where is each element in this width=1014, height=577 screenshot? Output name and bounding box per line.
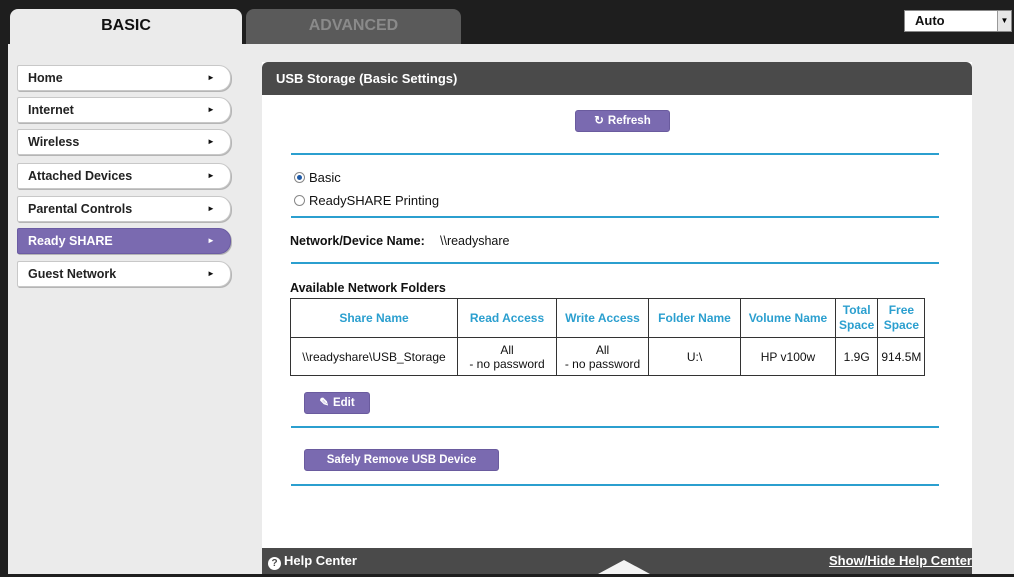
sidebar-item-internet[interactable]: Internet ► [17, 97, 231, 123]
help-center-label: Help Center [284, 553, 357, 568]
panel-title: USB Storage (Basic Settings) [262, 62, 972, 95]
column-header-read-access: Read Access [457, 298, 557, 338]
sidebar-item-guest-network[interactable]: Guest Network ► [17, 261, 231, 287]
cell-write-access: All - no password [556, 337, 649, 376]
cell-share-name: \\readyshare\USB_Storage [290, 337, 458, 376]
column-header-total-space: Total Space [834, 298, 879, 338]
read-access-value: All [500, 342, 514, 357]
chevron-right-icon: ► [207, 236, 215, 245]
refresh-button[interactable]: ↻ Refresh [575, 110, 670, 132]
top-bar: BASIC ADVANCED Auto ▼ [0, 0, 1014, 44]
column-header-free-space: Free Space [877, 298, 926, 338]
sidebar-item-label: Parental Controls [28, 202, 133, 216]
network-folders-table: Share Name Read Access Write Access Fold… [290, 298, 926, 376]
network-device-name-label: Network/Device Name: [290, 234, 425, 248]
column-header-write-access: Write Access [556, 298, 649, 338]
basic-radio-label: Basic [309, 170, 341, 185]
show-hide-help-center-link[interactable]: Show/Hide Help Center [829, 548, 972, 574]
sidebar-item-wireless[interactable]: Wireless ► [17, 129, 231, 155]
chevron-right-icon: ► [207, 137, 215, 146]
edit-button-label: Edit [332, 397, 355, 409]
read-access-password: - no password [469, 356, 545, 371]
refresh-button-label: Refresh [607, 115, 651, 127]
cell-volume-name: HP v100w [740, 337, 836, 376]
sidebar-item-label: Guest Network [28, 267, 117, 281]
sidebar-item-label: Home [28, 71, 63, 85]
readyshare-printing-radio-label: ReadySHARE Printing [309, 193, 440, 208]
basic-radio[interactable] [294, 172, 305, 183]
column-header-folder-name: Folder Name [648, 298, 741, 338]
help-icon: ? [268, 557, 281, 570]
cell-read-access: All - no password [457, 337, 557, 376]
sidebar-item-label: Attached Devices [28, 169, 133, 183]
readyshare-printing-radio[interactable] [294, 195, 305, 206]
table-header-row: Share Name Read Access Write Access Fold… [290, 298, 926, 338]
sidebar-item-label: Internet [28, 103, 74, 117]
safely-remove-usb-button[interactable]: Safely Remove USB Device [304, 449, 499, 471]
chevron-right-icon: ► [207, 105, 215, 114]
separator [291, 262, 939, 264]
chevron-right-icon: ► [207, 73, 215, 82]
separator [291, 216, 939, 218]
write-access-password: - no password [564, 356, 641, 371]
available-folders-title: Available Network Folders [290, 281, 446, 295]
edit-button[interactable]: ✎ Edit [304, 392, 370, 414]
sidebar-item-label: Ready SHARE [28, 234, 113, 248]
network-device-name-value: \\readyshare [440, 234, 510, 248]
cell-folder-name: U:\ [648, 337, 741, 376]
help-center-link[interactable]: ? Help Center [268, 548, 357, 574]
pencil-icon: ✎ [319, 397, 329, 409]
dropdown-arrow-icon[interactable]: ▼ [997, 11, 1011, 31]
sidebar-item-readyshare[interactable]: Ready SHARE ► [17, 228, 231, 254]
sidebar-item-label: Wireless [28, 135, 80, 149]
chevron-right-icon: ► [207, 269, 215, 278]
usb-storage-panel: USB Storage (Basic Settings) ↻ Refresh Ba… [262, 62, 972, 574]
cell-total-space: 1.9G [834, 337, 879, 376]
column-header-volume-name: Volume Name [740, 298, 836, 338]
language-select-value: Auto [915, 13, 945, 28]
help-center-bar: ? Help Center Show/Hide Help Center [262, 548, 972, 574]
language-select[interactable]: Auto ▼ [904, 10, 1012, 32]
chevron-right-icon: ► [207, 204, 215, 213]
write-access-value: All [595, 342, 610, 357]
triangle-up-icon[interactable] [598, 560, 650, 574]
router-admin-page: BASIC ADVANCED Auto ▼ Home ► Internet ► … [0, 0, 1014, 577]
separator [291, 426, 939, 428]
separator [291, 153, 939, 155]
chevron-right-icon: ► [207, 171, 215, 180]
separator [291, 484, 939, 486]
sidebar-item-attached-devices[interactable]: Attached Devices ► [17, 163, 231, 189]
table-row[interactable]: \\readyshare\USB_Storage All - no passwo… [290, 337, 926, 376]
sidebar-item-home[interactable]: Home ► [17, 65, 231, 91]
refresh-icon: ↻ [594, 115, 604, 127]
tab-basic[interactable]: BASIC [10, 9, 242, 44]
column-header-share-name: Share Name [290, 298, 458, 338]
left-frame-edge [0, 44, 8, 577]
tab-advanced[interactable]: ADVANCED [246, 9, 461, 44]
cell-free-space: 914.5M [877, 337, 926, 376]
sidebar-item-parental-controls[interactable]: Parental Controls ► [17, 196, 231, 222]
